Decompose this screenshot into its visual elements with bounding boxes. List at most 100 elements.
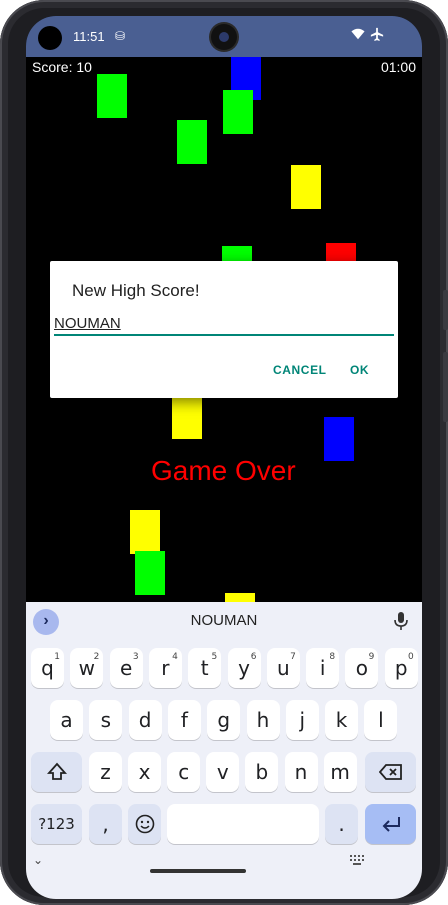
hide-keyboard-icon[interactable]: ⌄ bbox=[33, 853, 43, 867]
key-s[interactable]: s bbox=[89, 700, 123, 740]
falling-block-yellow[interactable] bbox=[225, 593, 255, 602]
keyboard-switch-icon[interactable] bbox=[350, 855, 364, 865]
key-hint: 5 bbox=[211, 652, 218, 662]
front-camera bbox=[211, 24, 237, 50]
key-l[interactable]: l bbox=[364, 700, 398, 740]
expand-toolbar-icon[interactable]: › bbox=[33, 609, 59, 635]
key-label: k bbox=[335, 708, 348, 732]
enter-icon bbox=[382, 817, 400, 832]
key-label: b bbox=[255, 760, 269, 784]
key-x[interactable]: x bbox=[128, 752, 162, 792]
score-label: Score: 10 bbox=[32, 59, 92, 75]
key-z[interactable]: z bbox=[89, 752, 122, 792]
key-hint: 3 bbox=[132, 652, 139, 662]
key-label: p bbox=[394, 656, 408, 680]
key-o[interactable]: o9 bbox=[345, 648, 379, 688]
key-f[interactable]: f bbox=[167, 700, 201, 740]
sync-icon: ⛁ bbox=[115, 29, 126, 43]
key-j[interactable]: j bbox=[285, 700, 319, 740]
key-label: l bbox=[378, 708, 384, 732]
home-indicator[interactable] bbox=[150, 869, 246, 873]
key-label: y bbox=[238, 656, 250, 680]
cancel-button[interactable]: CANCEL bbox=[273, 363, 327, 377]
key-label: u bbox=[276, 656, 290, 680]
key-h[interactable]: h bbox=[246, 700, 280, 740]
emoji-key[interactable] bbox=[128, 804, 161, 844]
key-d[interactable]: d bbox=[128, 700, 162, 740]
key-label: h bbox=[256, 708, 270, 732]
player-name-input[interactable] bbox=[54, 312, 394, 336]
enter-key[interactable] bbox=[365, 804, 416, 844]
key-hint: 2 bbox=[93, 652, 100, 662]
falling-block-blue[interactable] bbox=[324, 417, 354, 461]
space-key[interactable] bbox=[167, 804, 319, 844]
key-label: s bbox=[100, 708, 111, 732]
key-e[interactable]: e3 bbox=[109, 648, 143, 688]
key-label: e bbox=[119, 656, 133, 680]
falling-block-red[interactable] bbox=[326, 243, 356, 263]
symbols-key[interactable]: ?123 bbox=[31, 804, 82, 844]
key-hint: 0 bbox=[407, 652, 414, 662]
shift-key[interactable] bbox=[31, 752, 82, 792]
key-label: q bbox=[41, 656, 54, 680]
mic-icon[interactable] bbox=[393, 611, 409, 631]
falling-block-green[interactable] bbox=[135, 551, 165, 595]
airplane-icon bbox=[370, 27, 384, 41]
comma-key[interactable]: , bbox=[89, 804, 122, 844]
key-label: x bbox=[138, 760, 151, 784]
key-a[interactable]: a bbox=[50, 700, 83, 740]
power-button bbox=[443, 352, 448, 422]
dialog-title: New High Score! bbox=[72, 281, 200, 300]
key-label: f bbox=[180, 708, 188, 732]
key-b[interactable]: b bbox=[245, 752, 279, 792]
key-label: w bbox=[78, 656, 95, 680]
key-i[interactable]: i8 bbox=[306, 648, 340, 688]
suggestion-word[interactable]: NOUMAN bbox=[146, 612, 302, 629]
period-key[interactable]: . bbox=[325, 804, 358, 844]
key-v[interactable]: v bbox=[206, 752, 240, 792]
key-y[interactable]: y6 bbox=[227, 648, 261, 688]
key-q[interactable]: q1 bbox=[31, 648, 64, 688]
key-hint: 9 bbox=[368, 652, 375, 662]
key-w[interactable]: w2 bbox=[70, 648, 104, 688]
key-g[interactable]: g bbox=[207, 700, 241, 740]
key-p[interactable]: p0 bbox=[384, 648, 418, 688]
key-c[interactable]: c bbox=[167, 752, 201, 792]
high-score-dialog: New High Score! CANCEL OK bbox=[50, 261, 398, 398]
key-hint: 1 bbox=[54, 652, 60, 662]
key-t[interactable]: t5 bbox=[188, 648, 222, 688]
game-over-text: Game Over bbox=[151, 455, 296, 486]
status-bar: 11:51 ⛁ bbox=[26, 16, 422, 57]
backspace-key[interactable] bbox=[365, 752, 416, 792]
key-hint: 8 bbox=[329, 652, 336, 662]
key-label: t bbox=[200, 656, 209, 680]
key-r[interactable]: r4 bbox=[148, 648, 182, 688]
wifi-icon bbox=[351, 28, 365, 40]
key-label: v bbox=[216, 760, 229, 784]
falling-block-green[interactable] bbox=[97, 74, 127, 118]
falling-block-yellow[interactable] bbox=[172, 398, 202, 439]
key-n[interactable]: n bbox=[284, 752, 318, 792]
falling-block-green[interactable] bbox=[177, 120, 207, 164]
status-avatar-dot bbox=[38, 26, 62, 50]
shift-icon bbox=[46, 762, 67, 780]
emoji-icon bbox=[135, 814, 154, 834]
key-k[interactable]: k bbox=[325, 700, 359, 740]
volume-button bbox=[443, 290, 448, 330]
key-label: o bbox=[355, 656, 369, 680]
ok-button[interactable]: OK bbox=[350, 363, 369, 377]
status-time: 11:51 bbox=[73, 29, 105, 44]
suggestion-strip: › NOUMAN bbox=[26, 602, 422, 640]
backspace-icon bbox=[378, 764, 402, 780]
falling-block-yellow[interactable] bbox=[130, 510, 160, 554]
key-label: r bbox=[161, 656, 170, 680]
timer-label: 01:00 bbox=[380, 59, 416, 75]
falling-block-yellow[interactable] bbox=[291, 165, 321, 209]
screen: 11:51 ⛁ Score: 10 01:00 Game Over New Hi… bbox=[26, 16, 422, 899]
falling-block-green[interactable] bbox=[223, 90, 253, 134]
key-label: z bbox=[100, 760, 111, 784]
key-label: m bbox=[330, 760, 350, 784]
key-m[interactable]: m bbox=[323, 752, 357, 792]
key-u[interactable]: u7 bbox=[266, 648, 300, 688]
game-canvas[interactable]: Score: 10 01:00 Game Over New High Score… bbox=[26, 57, 422, 602]
